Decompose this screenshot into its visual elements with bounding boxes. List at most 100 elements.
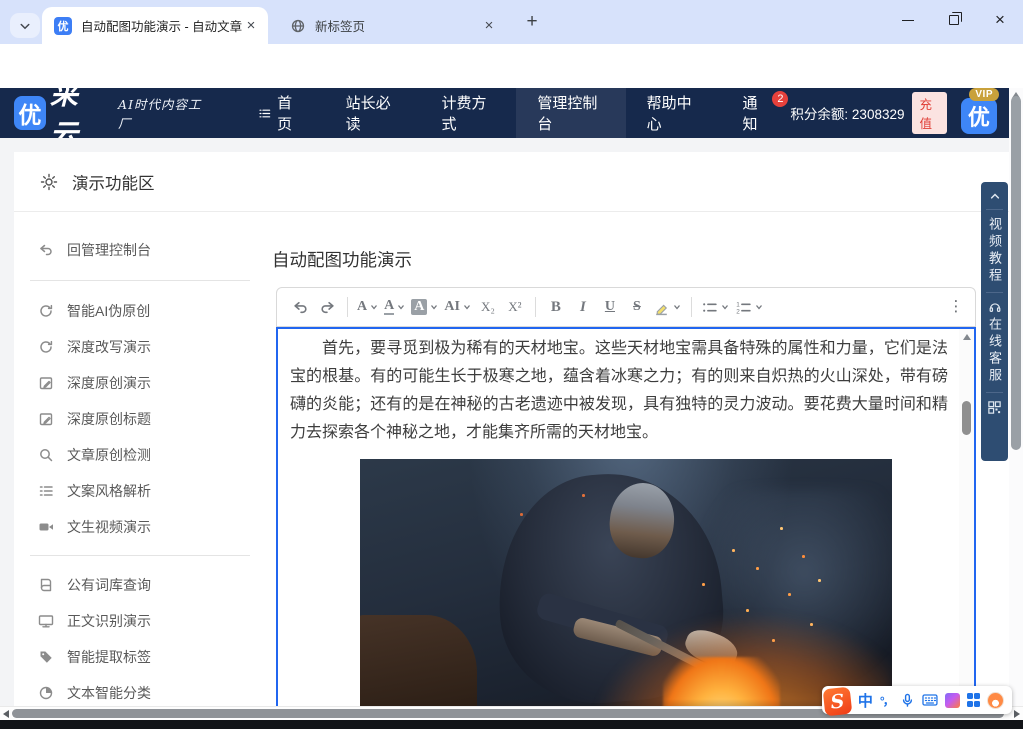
sidebar-item-body-recognition[interactable]: 正文识别演示 bbox=[38, 609, 151, 633]
scroll-up-arrow[interactable] bbox=[963, 334, 971, 340]
article-image[interactable] bbox=[360, 459, 892, 729]
tab-title: 自动配图功能演示 - 自动文章采 bbox=[81, 16, 242, 35]
menu-item-console[interactable]: 管理控制台 bbox=[516, 88, 625, 138]
scrollbar-thumb[interactable] bbox=[1011, 96, 1021, 450]
chevron-down-icon bbox=[396, 302, 406, 312]
sidebar-item-deep-original[interactable]: 深度原创演示 bbox=[38, 371, 151, 395]
sidebar-item-label: 深度原创演示 bbox=[67, 373, 151, 393]
menu-item-help[interactable]: 帮助中心 bbox=[626, 88, 722, 138]
sidebar-item-style-analysis[interactable]: 文案风格解析 bbox=[38, 479, 151, 503]
menu-item-must-read[interactable]: 站长必读 bbox=[325, 88, 421, 138]
qr-code-icon[interactable] bbox=[987, 400, 1002, 415]
refresh-icon bbox=[38, 303, 54, 319]
line-height-button[interactable]: AI bbox=[442, 293, 474, 321]
pie-chart-icon bbox=[38, 685, 54, 701]
chevron-down-icon bbox=[720, 302, 730, 312]
numbered-list-icon: 12 bbox=[735, 299, 752, 316]
font-size-button[interactable]: A bbox=[355, 293, 381, 321]
tab-search-button[interactable] bbox=[10, 13, 40, 38]
scroll-left-arrow[interactable] bbox=[3, 710, 9, 718]
sidebar-item-originality-check[interactable]: 文章原创检测 bbox=[38, 443, 151, 467]
chevron-up-icon[interactable] bbox=[988, 190, 1002, 202]
close-window-button[interactable]: × bbox=[977, 0, 1023, 40]
headset-icon[interactable] bbox=[988, 300, 1002, 314]
ime-skin-icon[interactable] bbox=[945, 693, 960, 708]
divider bbox=[986, 392, 1003, 393]
tag-icon bbox=[38, 649, 54, 665]
divider bbox=[30, 555, 250, 556]
microphone-icon[interactable] bbox=[900, 693, 915, 708]
ime-language-toggle[interactable]: 中 bbox=[858, 690, 873, 711]
numbered-list-button[interactable]: 12 bbox=[733, 293, 766, 321]
menu-item-home[interactable]: 首页 bbox=[237, 88, 325, 138]
sidebar-item-text-to-video[interactable]: 文生视频演示 bbox=[38, 515, 151, 539]
window-controls: × bbox=[885, 0, 1023, 40]
sidebar-item-label: 深度原创标题 bbox=[67, 409, 151, 429]
bullet-list-button[interactable] bbox=[699, 293, 732, 321]
menu-item-notifications[interactable]: 通知 2 bbox=[722, 88, 791, 138]
recharge-button[interactable]: 充值 bbox=[912, 92, 946, 134]
user-avatar-wrap[interactable]: 优 VIP bbox=[961, 92, 995, 134]
keyboard-icon[interactable] bbox=[922, 693, 938, 707]
minimize-icon bbox=[902, 20, 914, 21]
notification-badge: 2 bbox=[772, 91, 788, 107]
background-color-button[interactable]: A bbox=[409, 293, 441, 321]
minimize-button[interactable] bbox=[885, 0, 931, 40]
menu-item-label: 管理控制台 bbox=[537, 92, 604, 134]
new-tab-button[interactable]: + bbox=[520, 11, 544, 35]
ime-mascot-icon[interactable] bbox=[987, 692, 1004, 709]
subscript-button[interactable]: X₂ bbox=[475, 293, 501, 321]
tab-newtab[interactable]: 新标签页 × bbox=[276, 7, 508, 44]
chevron-down-icon bbox=[19, 20, 31, 32]
rich-text-editor[interactable]: 首先，要寻觅到极为稀有的天材地宝。这些天材地宝需具备特殊的属性和力量，它们是法宝… bbox=[276, 327, 976, 729]
sidebar-item-public-lexicon[interactable]: 公有词库查询 bbox=[38, 573, 151, 597]
menu-item-label: 首页 bbox=[277, 92, 304, 134]
video-tutorial-button[interactable]: 视频教程 bbox=[985, 217, 1004, 285]
sidebar-item-deep-original-title[interactable]: 深度原创标题 bbox=[38, 407, 151, 431]
ime-punctuation-toggle[interactable]: °， bbox=[880, 692, 893, 709]
sidebar-item-text-classification[interactable]: 文本智能分类 bbox=[38, 681, 151, 705]
bold-button[interactable]: B bbox=[543, 293, 569, 321]
highlight-button[interactable] bbox=[651, 293, 684, 321]
sidebar-item-extract-tags[interactable]: 智能提取标签 bbox=[38, 645, 151, 669]
scrollbar-thumb[interactable] bbox=[962, 401, 971, 435]
italic-button[interactable]: I bbox=[570, 293, 596, 321]
sogou-logo[interactable]: S bbox=[823, 686, 853, 716]
undo-button[interactable] bbox=[287, 293, 313, 321]
chevron-down-icon bbox=[429, 302, 439, 312]
tab-active[interactable]: 优 自动配图功能演示 - 自动文章采 × bbox=[42, 7, 268, 44]
font-color-button[interactable]: A bbox=[382, 293, 408, 321]
ime-toolbox-icon[interactable] bbox=[967, 693, 981, 707]
sidebar-item-back-to-console[interactable]: 回管理控制台 bbox=[38, 238, 151, 262]
close-tab-icon[interactable]: × bbox=[242, 17, 260, 35]
article-paragraph[interactable]: 首先，要寻觅到极为稀有的天材地宝。这些天材地宝需具备特殊的属性和力量，它们是法宝… bbox=[290, 335, 948, 447]
background-color-icon: A bbox=[411, 299, 427, 315]
main-area: 自动配图功能演示 A A A bbox=[258, 240, 1009, 720]
menu-item-pricing[interactable]: 计费方式 bbox=[420, 88, 516, 138]
navbar-right: 积分余额: 2308329 充值 优 VIP bbox=[790, 92, 1009, 134]
strikethrough-button[interactable]: S bbox=[624, 293, 650, 321]
close-tab-icon[interactable]: × bbox=[480, 17, 498, 35]
scroll-right-arrow[interactable] bbox=[1014, 710, 1020, 718]
divider bbox=[30, 280, 250, 281]
menu-item-label: 帮助中心 bbox=[647, 92, 701, 134]
browser-window: 优 自动配图功能演示 - 自动文章采 × 新标签页 × + × ← → ucai… bbox=[0, 0, 1023, 729]
page-scrollbar-vertical[interactable] bbox=[1009, 88, 1023, 706]
ordered-list-icon bbox=[38, 483, 54, 499]
logo-badge: 优 bbox=[14, 96, 46, 130]
page-body: 演示功能区 回管理控制台 智能AI伪原创 深度改写演示 bbox=[0, 138, 1009, 720]
toolbar-more-button[interactable]: ⋮ bbox=[947, 303, 965, 311]
sidebar-item-deep-rewrite[interactable]: 深度改写演示 bbox=[38, 335, 151, 359]
maximize-button[interactable] bbox=[931, 0, 977, 40]
site-navbar: 优 采云 AI时代内容工厂 首页 站长必读 计费方式 管理控制台 帮助中心 通知… bbox=[0, 88, 1009, 138]
avatar[interactable]: 优 bbox=[961, 98, 997, 134]
sidebar-item-ai-rewrite[interactable]: 智能AI伪原创 bbox=[38, 299, 150, 323]
card-header: 演示功能区 bbox=[14, 152, 1009, 212]
menu-item-label: 通知 bbox=[743, 92, 770, 134]
underline-button[interactable]: U bbox=[597, 293, 623, 321]
editor-scrollbar[interactable] bbox=[959, 329, 974, 727]
superscript-button[interactable]: X² bbox=[502, 293, 528, 321]
redo-button[interactable] bbox=[314, 293, 340, 321]
online-service-button[interactable]: 在线客服 bbox=[985, 317, 1004, 385]
page-title: 演示功能区 bbox=[72, 170, 155, 194]
